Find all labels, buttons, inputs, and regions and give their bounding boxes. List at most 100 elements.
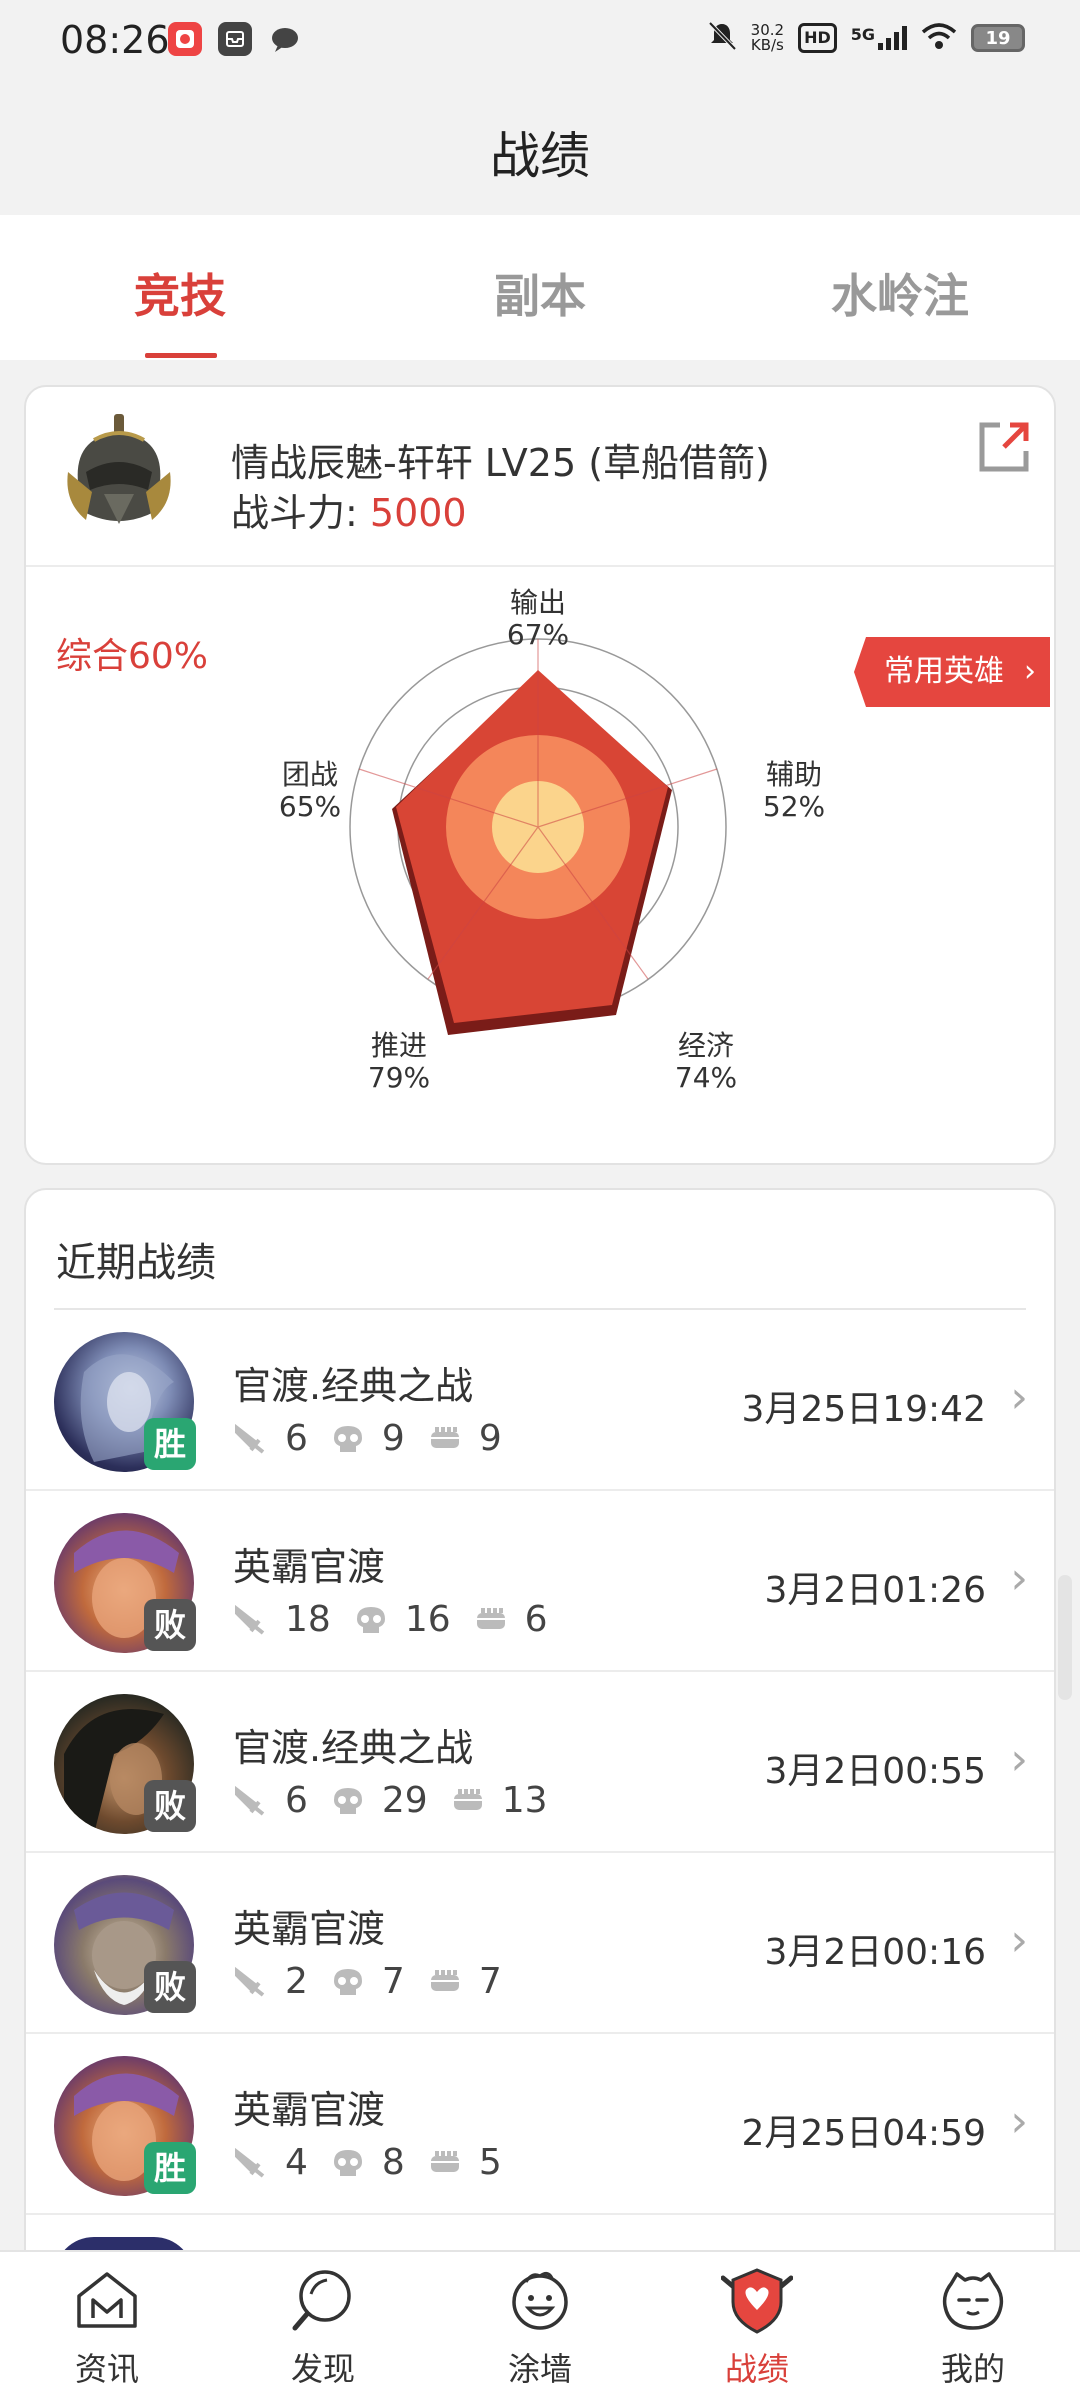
result-badge: 胜 — [144, 2142, 196, 2194]
status-time: 08:26 — [60, 18, 170, 62]
match-time: 3月2日00:16 — [764, 1932, 986, 1973]
deaths-skull-icon — [356, 1606, 385, 1633]
nav-discover[interactable]: 发现 — [243, 2264, 403, 2390]
chevron-right-icon: › — [1010, 1553, 1028, 1604]
match-mode: 英霸官渡 — [233, 2088, 386, 2132]
assists-fist-icon — [430, 2150, 459, 2172]
chevron-right-icon: › — [1010, 1372, 1028, 1423]
assists-fist-icon — [476, 1607, 505, 1629]
combat-power-label: 战斗力: — [231, 491, 370, 535]
stat-support: 辅助 52% — [734, 759, 854, 823]
stat-push: 推进 79% — [339, 1030, 459, 1094]
match-row[interactable]: 胜 英霸官渡 4 8 5 2月25日04:59 › — [26, 2034, 1054, 2215]
mute-icon — [707, 20, 737, 56]
battery-icon: 19 — [971, 24, 1025, 52]
record-shield-icon — [721, 2268, 793, 2334]
stat-teamfight: 团战 65% — [250, 759, 370, 823]
match-mode: 官渡.经典之战 — [233, 1364, 474, 1408]
recent-matches-card: 近期战绩 胜 官渡.经典之战 6 9 9 3月25日19:42 › 败 英霸官渡… — [24, 1188, 1056, 2400]
assists-fist-icon — [453, 1788, 482, 1810]
deaths-skull-icon — [333, 2149, 362, 2176]
match-row[interactable]: 败 英霸官渡 18 16 6 3月2日01:26 › — [26, 1491, 1054, 1672]
nav-profile[interactable]: 我的 — [893, 2264, 1053, 2390]
assists-count: 7 — [478, 1961, 502, 2002]
match-kda: 6 9 9 — [233, 1418, 524, 1459]
app-notification-icon — [168, 22, 202, 56]
assists-fist-icon — [430, 1969, 459, 1991]
deaths-count: 16 — [404, 1599, 451, 1640]
status-bar: 08:26 30.2 KB/s HD 5G 19 — [0, 0, 1080, 80]
discover-icon — [292, 2270, 351, 2331]
kills-sword-icon — [235, 1785, 265, 1816]
nav-label: 战绩 — [724, 2350, 789, 2388]
assists-count: 13 — [501, 1780, 548, 1821]
result-badge: 胜 — [144, 1418, 196, 1470]
nav-news[interactable]: 资讯 — [27, 2264, 187, 2390]
scrollbar-thumb[interactable] — [1058, 1575, 1072, 1700]
match-time: 3月2日00:55 — [764, 1751, 986, 1792]
recent-title: 近期战绩 — [56, 1240, 216, 1286]
nav-records[interactable]: 战绩 — [677, 2264, 837, 2390]
page-title: 战绩 — [490, 127, 590, 185]
net-speed: 30.2 KB/s — [751, 23, 784, 53]
match-time: 3月25日19:42 — [741, 1389, 986, 1430]
stat-value: 67% — [506, 618, 570, 651]
deaths-skull-icon — [333, 1968, 362, 1995]
stat-value: 52% — [762, 790, 826, 823]
assists-count: 9 — [478, 1418, 502, 1459]
share-icon[interactable] — [974, 417, 1034, 477]
signal-icon: 5G — [851, 25, 907, 51]
match-kda: 6 29 13 — [233, 1780, 570, 1821]
kills-sword-icon — [235, 1966, 265, 1997]
net-speed-unit: KB/s — [750, 36, 784, 54]
match-kda: 18 16 6 — [233, 1599, 570, 1640]
stat-value: 65% — [278, 790, 342, 823]
kills-count: 6 — [285, 1418, 308, 1459]
kills-count: 18 — [285, 1599, 331, 1640]
nav-label: 涂墙 — [507, 2350, 572, 2388]
assists-count: 5 — [478, 2142, 502, 2183]
wifi-icon — [921, 22, 957, 54]
tab-shuilingzhu[interactable]: 水岭注 — [750, 260, 1050, 326]
bottom-nav: 资讯 发现 涂墙 战绩 我的 — [0, 2250, 1080, 2400]
profile-card: 情战辰魅-轩轩 LV25 (草船借箭) 战斗力: 5000 综合60% 常用英雄… — [24, 385, 1056, 1165]
radar-chart — [349, 638, 727, 1035]
deaths-count: 9 — [381, 1418, 405, 1459]
graffiti-icon — [512, 2271, 568, 2330]
match-mode: 官渡.经典之战 — [233, 1726, 474, 1770]
kills-count: 2 — [285, 1961, 308, 2002]
nav-label: 资讯 — [74, 2350, 139, 2388]
player-name: 情战辰魅-轩轩 LV25 (草船借箭) — [231, 441, 770, 485]
assists-fist-icon — [430, 1426, 459, 1448]
stat-name: 辅助 — [765, 758, 822, 791]
match-row[interactable]: 胜 官渡.经典之战 6 9 9 3月25日19:42 › — [26, 1310, 1054, 1491]
deaths-skull-icon — [333, 1787, 362, 1814]
stat-name: 团战 — [281, 758, 338, 791]
stat-name: 推进 — [370, 1029, 427, 1062]
stat-name: 经济 — [677, 1029, 734, 1062]
match-row[interactable]: 败 官渡.经典之战 6 29 13 3月2日00:55 › — [26, 1672, 1054, 1853]
match-time: 2月25日04:59 — [741, 2113, 986, 2154]
match-kda: 4 8 5 — [233, 2142, 524, 2183]
nav-label: 发现 — [290, 2350, 355, 2388]
active-tab-indicator — [145, 353, 217, 358]
combat-power: 战斗力: 5000 — [231, 482, 467, 537]
chevron-right-icon: › — [1010, 2096, 1028, 2147]
tab-competitive[interactable]: 竞技 — [30, 260, 330, 326]
inbox-notification-icon — [218, 22, 252, 56]
match-time: 3月2日01:26 — [764, 1570, 986, 1611]
match-mode: 英霸官渡 — [233, 1545, 386, 1589]
deaths-count: 29 — [381, 1780, 428, 1821]
stat-name: 输出 — [509, 586, 566, 619]
stat-value: 74% — [674, 1061, 738, 1094]
kills-count: 6 — [285, 1780, 308, 1821]
assists-count: 6 — [524, 1599, 548, 1640]
kills-sword-icon — [235, 2147, 265, 2178]
deaths-count: 7 — [381, 1961, 405, 2002]
stat-value: 79% — [367, 1061, 431, 1094]
nav-label: 我的 — [940, 2350, 1005, 2388]
match-row[interactable]: 败 英霸官渡 2 7 7 3月2日00:16 › — [26, 1853, 1054, 2034]
tab-dungeon[interactable]: 副本 — [390, 260, 690, 326]
nav-graffiti[interactable]: 涂墙 — [460, 2264, 620, 2390]
result-badge: 败 — [144, 1599, 196, 1651]
